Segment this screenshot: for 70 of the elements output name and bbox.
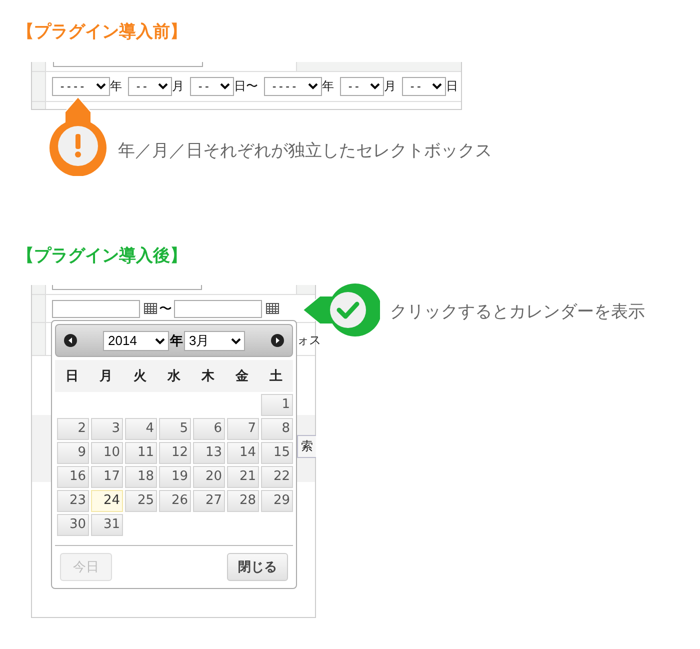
date-unit-label: 年 <box>110 78 122 95</box>
calendar-day[interactable]: 1 <box>261 394 293 416</box>
date-select[interactable]: -- <box>402 77 446 96</box>
calendar-day[interactable]: 8 <box>261 418 293 440</box>
date-select[interactable]: ---- <box>52 77 110 96</box>
calendar-day[interactable]: 4 <box>125 418 157 440</box>
calendar-day[interactable]: 27 <box>193 490 225 512</box>
weekday-label: 土 <box>268 368 284 385</box>
date-select[interactable]: -- <box>190 77 234 96</box>
table-text: ォス <box>297 332 321 349</box>
calendar-day[interactable]: 16 <box>57 466 89 488</box>
calendar-day[interactable]: 29 <box>261 490 293 512</box>
calendar-day[interactable]: 31 <box>91 514 123 536</box>
date-unit-label: 年 <box>322 78 334 95</box>
range-separator: 〜 <box>159 300 172 318</box>
calendar-day[interactable]: 20 <box>193 466 225 488</box>
weekday-label: 金 <box>234 368 250 385</box>
input-field[interactable] <box>52 285 202 290</box>
date-unit-label: 日 <box>446 78 458 95</box>
date-unit-label: 日〜 <box>234 78 258 95</box>
year-unit-label: 年 <box>170 332 183 350</box>
date-unit-label: 月 <box>172 78 184 95</box>
date-input[interactable] <box>174 300 262 318</box>
callout-text: クリックするとカレンダーを表示 <box>390 301 645 323</box>
calendar-day[interactable]: 18 <box>125 466 157 488</box>
callout-text: 年／月／日それぞれが独立したセレクトボックス <box>118 140 492 161</box>
calendar-day[interactable]: 30 <box>57 514 89 536</box>
date-unit-label: 月 <box>384 78 396 95</box>
calendar-day[interactable]: 19 <box>159 466 191 488</box>
table-button[interactable]: 索 <box>297 435 316 458</box>
weekday-label: 火 <box>132 368 148 385</box>
calendar-day[interactable]: 9 <box>57 442 89 464</box>
calendar-day[interactable]: 13 <box>193 442 225 464</box>
calendar-day[interactable]: 7 <box>227 418 259 440</box>
next-month-icon[interactable] <box>271 334 284 347</box>
exclamation-badge-icon <box>47 96 109 176</box>
calendar-day[interactable]: 5 <box>159 418 191 440</box>
date-input[interactable] <box>52 300 140 318</box>
calendar-day[interactable]: 2 <box>57 418 89 440</box>
prev-month-icon[interactable] <box>64 334 77 347</box>
weekday-label: 月 <box>98 368 114 385</box>
weekday-label: 日 <box>64 368 80 385</box>
calendar-button[interactable]: 閉じる <box>227 553 288 581</box>
calendar-icon[interactable] <box>144 303 157 314</box>
calendar-day[interactable]: 23 <box>57 490 89 512</box>
calendar-icon[interactable] <box>266 303 279 314</box>
calendar-day[interactable]: 6 <box>193 418 225 440</box>
calendar-day[interactable]: 21 <box>227 466 259 488</box>
calendar-day[interactable]: 26 <box>159 490 191 512</box>
calendar-day[interactable]: 22 <box>261 466 293 488</box>
date-select[interactable]: -- <box>340 77 384 96</box>
weekday-label: 木 <box>200 368 216 385</box>
calendar-day[interactable]: 11 <box>125 442 157 464</box>
year-select[interactable]: 2014 <box>103 330 169 350</box>
date-select[interactable]: -- <box>128 77 172 96</box>
weekday-label: 水 <box>166 368 182 385</box>
date-select[interactable]: ---- <box>264 77 322 96</box>
calendar-day[interactable]: 24 <box>91 490 123 512</box>
calendar-day[interactable]: 17 <box>91 466 123 488</box>
calendar-day[interactable]: 15 <box>261 442 293 464</box>
input-field[interactable] <box>53 62 203 67</box>
section-heading: 【プラグイン導入前】 <box>17 21 187 42</box>
month-select[interactable]: 3月 <box>184 330 245 350</box>
section-heading: 【プラグイン導入後】 <box>17 246 187 266</box>
calendar-day[interactable]: 25 <box>125 490 157 512</box>
calendar-day[interactable]: 12 <box>159 442 191 464</box>
calendar-day[interactable]: 14 <box>227 442 259 464</box>
calendar-day[interactable]: 28 <box>227 490 259 512</box>
calendar-day[interactable]: 3 <box>91 418 123 440</box>
calendar-day[interactable]: 10 <box>91 442 123 464</box>
